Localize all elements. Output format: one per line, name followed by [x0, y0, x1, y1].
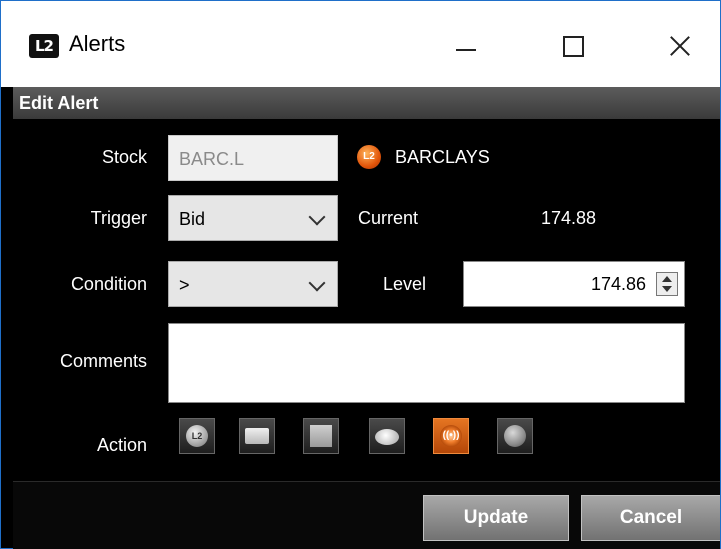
- spin-up-icon[interactable]: [662, 276, 672, 282]
- app-l2-icon: L2: [29, 34, 59, 58]
- chevron-down-icon: [308, 274, 326, 292]
- action-speaker-button[interactable]: [497, 418, 533, 454]
- trigger-select[interactable]: Bid: [168, 195, 338, 241]
- broadcast-icon: ((•)): [440, 425, 462, 447]
- action-l2-button[interactable]: L2: [179, 418, 215, 454]
- action-message-button[interactable]: [239, 418, 275, 454]
- section-header: Edit Alert: [13, 87, 720, 119]
- window-title: Alerts: [69, 31, 126, 56]
- update-button[interactable]: Update: [423, 495, 569, 541]
- condition-select[interactable]: >: [168, 261, 338, 307]
- stock-field[interactable]: BARC.L: [168, 135, 338, 181]
- maximize-button[interactable]: [542, 21, 602, 71]
- action-speech-bubble-button[interactable]: [369, 418, 405, 454]
- chevron-down-icon: [308, 208, 326, 226]
- level-value: 174.86: [590, 274, 646, 294]
- speech-bubble-icon: [375, 429, 399, 445]
- alerts-window: L2 Alerts Edit Alert Stock Trigger Condi…: [0, 0, 721, 549]
- action-broadcast-button[interactable]: ((•)): [433, 418, 469, 454]
- left-border: [1, 87, 13, 548]
- stock-label: Stock: [101, 147, 147, 167]
- condition-label: Condition: [70, 274, 147, 294]
- chart-icon: [310, 425, 332, 447]
- message-icon: [245, 428, 269, 444]
- current-label: Current: [358, 208, 419, 228]
- trigger-value: Bid: [179, 209, 206, 229]
- condition-value: >: [179, 275, 190, 295]
- title-bar[interactable]: L2 Alerts: [1, 1, 720, 89]
- speaker-icon: [504, 425, 526, 447]
- spin-down-icon[interactable]: [662, 286, 672, 292]
- action-chart-button[interactable]: [303, 418, 339, 454]
- l2-icon: L2: [186, 425, 208, 447]
- minimize-button[interactable]: [435, 21, 495, 71]
- comments-label: Comments: [59, 351, 147, 371]
- level-input[interactable]: 174.86: [463, 261, 685, 307]
- stock-name: BARCLAYS: [395, 147, 490, 167]
- trigger-label: Trigger: [90, 208, 147, 228]
- cancel-button[interactable]: Cancel: [581, 495, 720, 541]
- action-label: Action: [96, 435, 147, 455]
- comments-textarea[interactable]: [168, 323, 685, 403]
- level-label: Level: [383, 274, 427, 294]
- current-value: 174.88: [541, 208, 597, 228]
- section-title: Edit Alert: [19, 93, 99, 113]
- level-spinner[interactable]: [656, 272, 678, 296]
- l2-badge-icon: L2: [357, 145, 381, 169]
- close-button[interactable]: [649, 21, 709, 71]
